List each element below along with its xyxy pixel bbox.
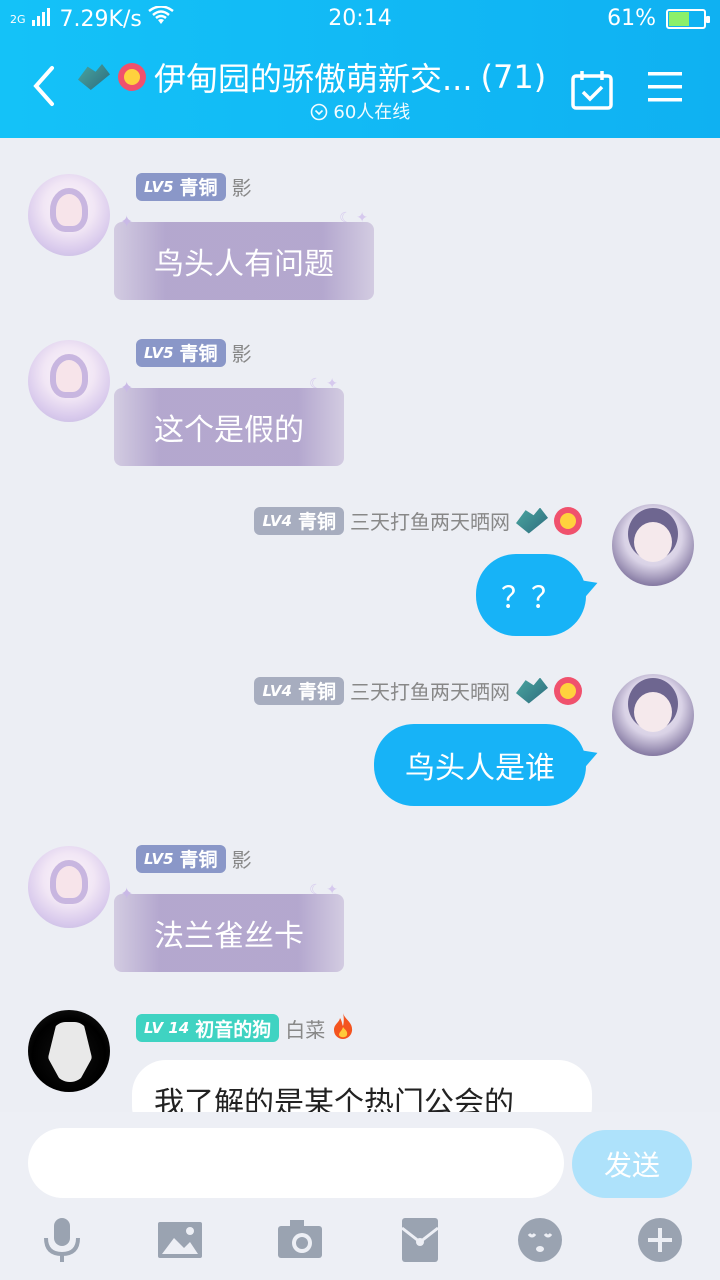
dragon-emoji-icon [78,64,110,90]
sender-nick[interactable]: 影 [232,172,252,201]
level-badge: LV 14 初音的狗 [136,1014,280,1042]
microphone-icon [44,1218,80,1262]
dragon-emoji-icon [516,507,548,534]
sender-nick[interactable]: 三天打鱼两天晒网 [350,506,510,535]
avatar[interactable] [612,674,694,756]
menu-button[interactable] [646,70,684,108]
nav-bar: 伊甸园的骄傲萌新交... (71) 60人在线 [0,46,720,136]
message-text: ？？ [501,581,561,616]
group-title[interactable]: 伊甸园的骄傲萌新交... (71) [78,54,546,100]
red-packet-icon [401,1218,439,1262]
sender-meta: LV5 青铜 影 [136,844,252,873]
level-badge: LV4 青铜 [254,506,344,535]
image-button[interactable] [156,1216,204,1264]
calendar-button[interactable] [570,68,614,116]
flower-emoji-icon [554,676,582,705]
flower-emoji-icon [554,506,582,535]
image-icon [158,1222,202,1258]
message-bubble[interactable]: 法兰雀丝卡 [114,882,344,972]
rank-label: 初音的狗 [195,1018,272,1041]
rank-label: 青铜 [179,849,218,871]
rank-label: 青铜 [179,177,218,199]
rank-label: 青铜 [297,681,336,703]
bubble-tail [577,573,601,599]
level-label: LV4 [262,511,292,530]
message-bubble[interactable]: 鸟头人有问题 [114,210,374,300]
rank-label: 青铜 [179,343,218,365]
sender-nick[interactable]: 三天打鱼两天晒网 [350,676,510,705]
message-bubble[interactable]: ？？ [476,554,601,636]
level-badge: LV5 青铜 [136,172,226,201]
send-button[interactable]: 发送 [572,1130,692,1198]
battery-percent: 61% [607,6,656,31]
message-input[interactable] [28,1128,564,1198]
camera-button[interactable] [276,1216,324,1264]
sender-meta: LV5 青铜 影 [136,172,252,201]
avatar[interactable] [28,340,110,422]
more-button[interactable] [636,1216,684,1264]
level-label: LV5 [144,849,174,868]
emoji-icon [518,1218,562,1262]
member-count: (71) [480,58,547,96]
microphone-button[interactable] [38,1216,86,1264]
flower-emoji-icon [118,63,146,91]
message-bubble[interactable]: 这个是假的 [114,376,344,466]
hamburger-icon [648,72,682,102]
status-bar: 2G 7.29K/s 20:14 61% [0,0,720,38]
level-label: LV5 [144,177,174,196]
level-label: LV 14 [144,1019,190,1037]
sender-meta: LV5 青铜 影 [136,338,252,367]
level-label: LV5 [144,343,174,362]
input-bar: 发送 [0,1112,720,1280]
plus-icon [638,1218,682,1262]
sender-meta: LV4 青铜 三天打鱼两天晒网 [254,506,582,535]
level-badge: LV4 青铜 [254,676,344,705]
sender-nick[interactable]: 影 [232,844,252,873]
battery-icon [666,8,710,29]
level-badge: LV5 青铜 [136,338,226,367]
avatar[interactable] [612,504,694,586]
calendar-check-icon [571,71,613,110]
chevron-down-circle-icon [310,102,334,123]
avatar[interactable] [28,846,110,928]
message-bubble[interactable]: 鸟头人是谁 [374,724,601,806]
dragon-emoji-icon [516,677,548,704]
group-name: 伊甸园的骄傲萌新交... [154,60,473,98]
avatar[interactable] [28,1010,110,1092]
bubble-tail [577,743,601,769]
rank-label: 青铜 [297,511,336,533]
sender-meta: LV 14 初音的狗 白菜 [136,1012,355,1044]
header-bar: 2G 7.29K/s 20:14 61% 伊甸园的骄傲萌新交... (71) 6… [0,0,720,138]
sender-meta: LV4 青铜 三天打鱼两天晒网 [254,676,582,705]
fire-icon [331,1012,355,1044]
avatar[interactable] [28,174,110,256]
camera-icon [278,1220,322,1258]
message-text: 鸟头人是谁 [405,751,555,786]
level-label: LV4 [262,681,292,700]
level-badge: LV5 青铜 [136,844,226,873]
sender-nick[interactable]: 白菜 [285,1014,325,1043]
status-right: 61% [607,6,710,31]
emoji-button[interactable] [516,1216,564,1264]
battery-fill [669,11,689,26]
red-packet-button[interactable] [396,1216,444,1264]
online-count: 60人在线 [333,102,411,123]
sender-nick[interactable]: 影 [232,338,252,367]
